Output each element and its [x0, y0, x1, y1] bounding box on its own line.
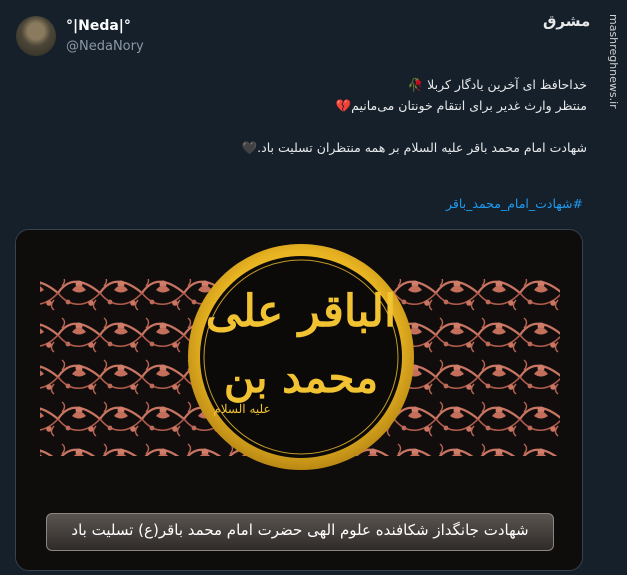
tweet-line: منتظر وارث غدیر برای انتقام خونتان می‌ما…	[335, 98, 587, 113]
handle[interactable]: @NedaNory	[66, 39, 144, 54]
hashtag-link[interactable]: #شهادت_امام_محمد_باقر	[446, 196, 583, 211]
tweet-media-image[interactable]: الباقر علی محمد بن علیه السلام شهادت جان…	[15, 229, 583, 571]
watermark-logo: مشرق	[543, 12, 591, 30]
calligraphy-small: علیه السلام	[213, 402, 271, 416]
tweet-text: خداحافظ ای آخرین یادگار کربلا 🥀 منتظر وا…	[67, 74, 587, 158]
tweet-line	[67, 116, 587, 137]
caption-bar: شهادت جانگداز شکافنده علوم الهی حضرت اما…	[46, 513, 554, 551]
avatar[interactable]	[16, 16, 56, 56]
watermark-site: mashreghnews.ir	[607, 14, 620, 109]
caption-text: شهادت جانگداز شکافنده علوم الهی حضرت اما…	[71, 521, 529, 539]
tweet-line: شهادت امام محمد باقر علیه السلام بر همه …	[241, 140, 587, 155]
tweet-line: خداحافظ ای آخرین یادگار کربلا 🥀	[407, 77, 587, 92]
calligraphy-top: الباقر علی	[205, 286, 397, 337]
display-name[interactable]: °|Neda|°	[66, 18, 131, 34]
calligraphy-bottom: محمد بن	[223, 353, 379, 402]
